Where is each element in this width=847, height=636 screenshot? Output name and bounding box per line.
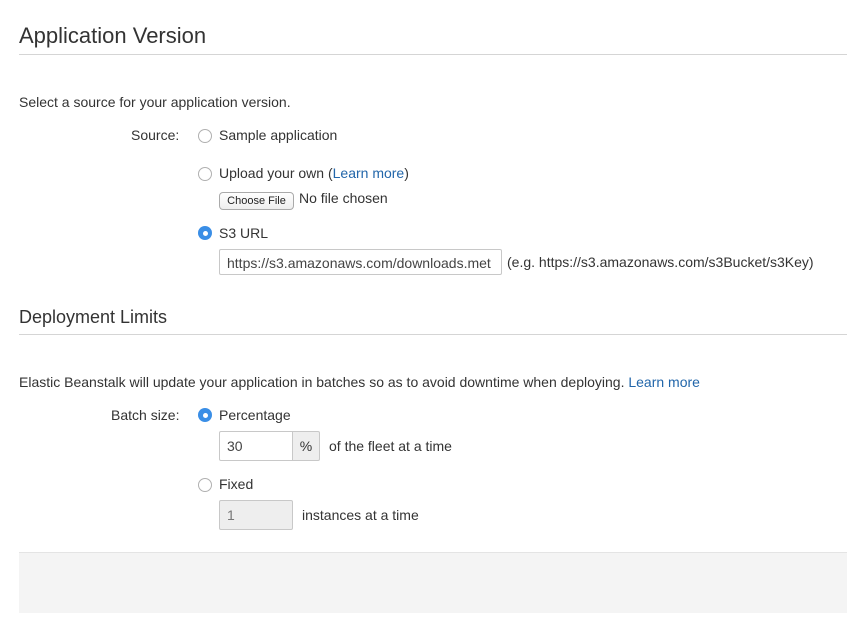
- footer-panel: [19, 552, 847, 613]
- divider: [19, 54, 847, 55]
- s3-url-input[interactable]: https://s3.amazonaws.com/downloads.met: [219, 249, 502, 275]
- radio-percentage[interactable]: [198, 408, 212, 422]
- choose-file-button[interactable]: Choose File: [219, 192, 294, 210]
- percentage-suffix: of the fleet at a time: [329, 438, 452, 454]
- upload-label-suffix: ): [404, 165, 409, 181]
- radio-fixed[interactable]: [198, 478, 212, 492]
- radio-s3-url[interactable]: [198, 226, 212, 240]
- deployment-intro-text: Elastic Beanstalk will update your appli…: [19, 374, 700, 390]
- radio-upload-your-own[interactable]: [198, 167, 212, 181]
- s3-url-hint: (e.g. https://s3.amazonaws.com/s3Bucket/…: [507, 254, 814, 270]
- percentage-input[interactable]: 30: [219, 431, 293, 461]
- fixed-suffix: instances at a time: [302, 507, 419, 523]
- radio-fixed-label[interactable]: Fixed: [219, 476, 253, 492]
- deployment-learn-more-link[interactable]: Learn more: [628, 374, 700, 390]
- deployment-intro: Elastic Beanstalk will update your appli…: [19, 374, 625, 390]
- percent-addon: %: [292, 431, 320, 461]
- upload-label-prefix: Upload your own (: [219, 165, 333, 181]
- radio-percentage-label[interactable]: Percentage: [219, 407, 291, 423]
- divider: [19, 334, 847, 335]
- section-title-application-version: Application Version: [19, 23, 207, 48]
- fixed-input: 1: [219, 500, 293, 530]
- radio-upload-your-own-label: Upload your own (Learn more): [219, 165, 409, 181]
- file-status-text: No file chosen: [299, 190, 388, 206]
- upload-learn-more-link[interactable]: Learn more: [333, 165, 405, 181]
- radio-s3-url-label[interactable]: S3 URL: [219, 225, 268, 241]
- radio-sample-application-label[interactable]: Sample application: [219, 127, 337, 143]
- source-label: Source:: [131, 127, 180, 143]
- batch-size-label: Batch size:: [111, 407, 180, 423]
- source-intro-text: Select a source for your application ver…: [19, 94, 291, 110]
- section-title-deployment-limits: Deployment Limits: [19, 307, 168, 327]
- radio-sample-application[interactable]: [198, 129, 212, 143]
